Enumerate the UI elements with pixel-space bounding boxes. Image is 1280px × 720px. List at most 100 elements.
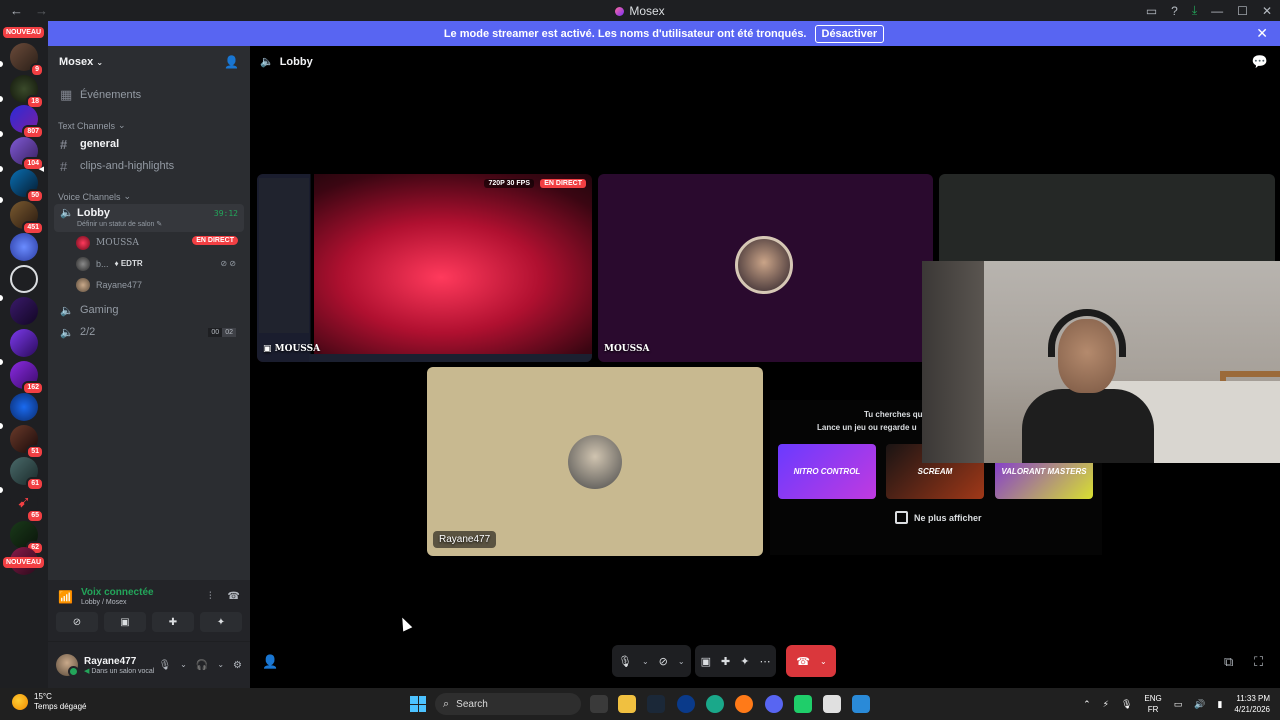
- stream-tile[interactable]: 720P 30 FPS EN DIRECT ▣ MOUSSA: [257, 174, 592, 362]
- server-icon[interactable]: ➹ 65: [10, 489, 44, 523]
- chevron-down-icon[interactable]: ⌄: [180, 660, 187, 671]
- signal-icon[interactable]: 📶: [58, 590, 73, 604]
- camera-off-button[interactable]: ⊘: [56, 612, 98, 632]
- avatar[interactable]: [56, 654, 79, 677]
- taskbar-search[interactable]: ⌕ Search: [435, 693, 581, 715]
- screen-icon[interactable]: ▭: [1146, 4, 1157, 18]
- voice-status[interactable]: Voix connectée: [81, 587, 154, 598]
- server-icon[interactable]: [10, 329, 38, 357]
- voice-location[interactable]: Lobby / Mosex: [81, 599, 154, 606]
- steam-icon[interactable]: [647, 695, 665, 713]
- server-icon[interactable]: 162: [10, 361, 44, 395]
- app-icon[interactable]: [823, 695, 841, 713]
- server-icon[interactable]: [10, 233, 38, 261]
- volume-icon[interactable]: 🔊: [1194, 699, 1205, 710]
- microphone-icon[interactable]: 🎙: [1121, 699, 1132, 710]
- app-icon[interactable]: [852, 695, 870, 713]
- share-screen-icon[interactable]: ▣: [701, 655, 711, 668]
- battery-icon[interactable]: ▮: [1217, 699, 1222, 710]
- chevron-down-icon[interactable]: ⌄: [678, 657, 685, 666]
- channel-clips-and-highlights[interactable]: # clips-and-highlights: [54, 155, 244, 177]
- fullscreen-icon[interactable]: ⛶: [1254, 654, 1263, 670]
- share-screen-button[interactable]: ▣: [104, 612, 146, 632]
- username[interactable]: Rayane477: [84, 656, 154, 667]
- invite-people-icon[interactable]: 👤: [224, 55, 239, 69]
- voice-channels-category[interactable]: Voice Channels ⌄: [58, 191, 250, 202]
- server-icon[interactable]: 451: [10, 201, 44, 235]
- speaker-icon: 🔈: [60, 326, 74, 339]
- activities-icon[interactable]: ✚: [721, 655, 730, 668]
- discord-icon[interactable]: [765, 695, 783, 713]
- channel-status-hint[interactable]: Définir un statut de salon ✎: [77, 220, 238, 228]
- popout-icon[interactable]: ⧉: [1224, 654, 1233, 670]
- user-tile[interactable]: Rayane477: [427, 367, 763, 556]
- disconnect-icon[interactable]: ☎: [228, 591, 240, 602]
- server-icon[interactable]: 62: [10, 521, 44, 555]
- server-header[interactable]: Mosex ⌄ 👤: [48, 46, 250, 78]
- gear-icon[interactable]: ⚙: [233, 660, 242, 671]
- status-hint-text: Définir un statut de salon: [77, 221, 155, 228]
- server-icon[interactable]: [10, 393, 38, 421]
- disable-streamer-button[interactable]: Désactiver: [814, 24, 885, 43]
- network-icon[interactable]: ⚡: [1103, 699, 1109, 710]
- display-icon[interactable]: ▭: [1174, 699, 1183, 710]
- text-channels-category[interactable]: Text Channels ⌄: [58, 120, 250, 131]
- server-icon[interactable]: 51: [10, 425, 44, 459]
- download-icon[interactable]: ⤓: [1192, 3, 1197, 18]
- more-icon[interactable]: ⋯: [759, 655, 770, 668]
- noise-suppression-icon[interactable]: ⫶: [209, 591, 212, 602]
- voice-user[interactable]: b... ♦ EDTR ⊘ ⊘: [76, 253, 240, 274]
- channel-general[interactable]: # general: [54, 133, 244, 155]
- ea-icon[interactable]: [677, 695, 695, 713]
- dont-show-again-checkbox[interactable]: Ne plus afficher: [895, 511, 982, 524]
- server-icon[interactable]: [10, 265, 38, 293]
- headphones-icon[interactable]: 🎧: [196, 660, 208, 671]
- server-icon[interactable]: 807: [10, 105, 44, 139]
- maximize-button[interactable]: ☐: [1237, 4, 1248, 18]
- voice-user[interactable]: Rayane477: [76, 274, 240, 295]
- help-icon[interactable]: ?: [1171, 4, 1178, 18]
- leave-call-button[interactable]: ☎ ⌄: [786, 645, 837, 677]
- microphone-icon[interactable]: 🎙: [618, 655, 632, 668]
- soundboard-button[interactable]: ✦: [200, 612, 242, 632]
- app-icon[interactable]: [794, 695, 812, 713]
- chevron-down-icon[interactable]: ⌄: [642, 657, 649, 666]
- clock[interactable]: 11:33 PM 4/21/2026: [1234, 693, 1270, 715]
- activities-button[interactable]: ✚: [152, 612, 194, 632]
- voice-channel-2-2[interactable]: 🔈 2/2 00 02: [54, 321, 244, 343]
- start-button[interactable]: [410, 696, 426, 712]
- checkbox-box[interactable]: [895, 511, 908, 524]
- weather-widget[interactable]: 15°C Temps dégagé: [12, 692, 86, 712]
- file-explorer-icon[interactable]: [618, 695, 636, 713]
- server-icon[interactable]: 18: [10, 75, 44, 109]
- back-arrow-icon[interactable]: ←: [10, 3, 23, 18]
- camera-off-icon[interactable]: ⊘: [659, 655, 668, 668]
- server-icon[interactable]: ◀ 50: [10, 166, 44, 203]
- task-view-icon[interactable]: [590, 695, 608, 713]
- user-tile[interactable]: MOUSSA: [598, 174, 933, 362]
- forward-arrow-icon[interactable]: →: [35, 3, 48, 18]
- server-icon[interactable]: 61: [10, 457, 44, 491]
- game-tile[interactable]: NITRO CONTROL: [778, 444, 876, 499]
- events-item[interactable]: ▦ Événements: [54, 84, 244, 106]
- invite-icon[interactable]: 👤: [262, 654, 278, 670]
- server-icon[interactable]: 104: [10, 137, 44, 171]
- chevron-up-icon[interactable]: ⌃: [1083, 699, 1091, 710]
- language-indicator[interactable]: ENG FR: [1144, 693, 1161, 715]
- server-icon[interactable]: [10, 297, 38, 325]
- chat-bubble-icon[interactable]: 💬: [1252, 54, 1268, 70]
- soundboard-icon[interactable]: ✦: [740, 655, 749, 668]
- app-icon[interactable]: [706, 695, 724, 713]
- firefox-icon[interactable]: [735, 695, 753, 713]
- window-title-text: Mosex: [629, 3, 665, 18]
- banner-close-icon[interactable]: ✕: [1256, 25, 1268, 42]
- microphone-icon[interactable]: 🎙: [158, 660, 171, 671]
- voice-user-name: b...: [96, 258, 109, 269]
- close-window-button[interactable]: ✕: [1262, 4, 1272, 18]
- voice-user[interactable]: MOUSSA EN DIRECT: [76, 232, 240, 253]
- chevron-down-icon[interactable]: ⌄: [217, 660, 224, 671]
- voice-channel-gaming[interactable]: 🔈 Gaming: [54, 299, 244, 321]
- minimize-button[interactable]: —: [1211, 4, 1223, 18]
- server-icon[interactable]: 9: [10, 43, 44, 77]
- voice-channel-lobby[interactable]: 🔈 Lobby Définir un statut de salon ✎ 39:…: [54, 204, 244, 232]
